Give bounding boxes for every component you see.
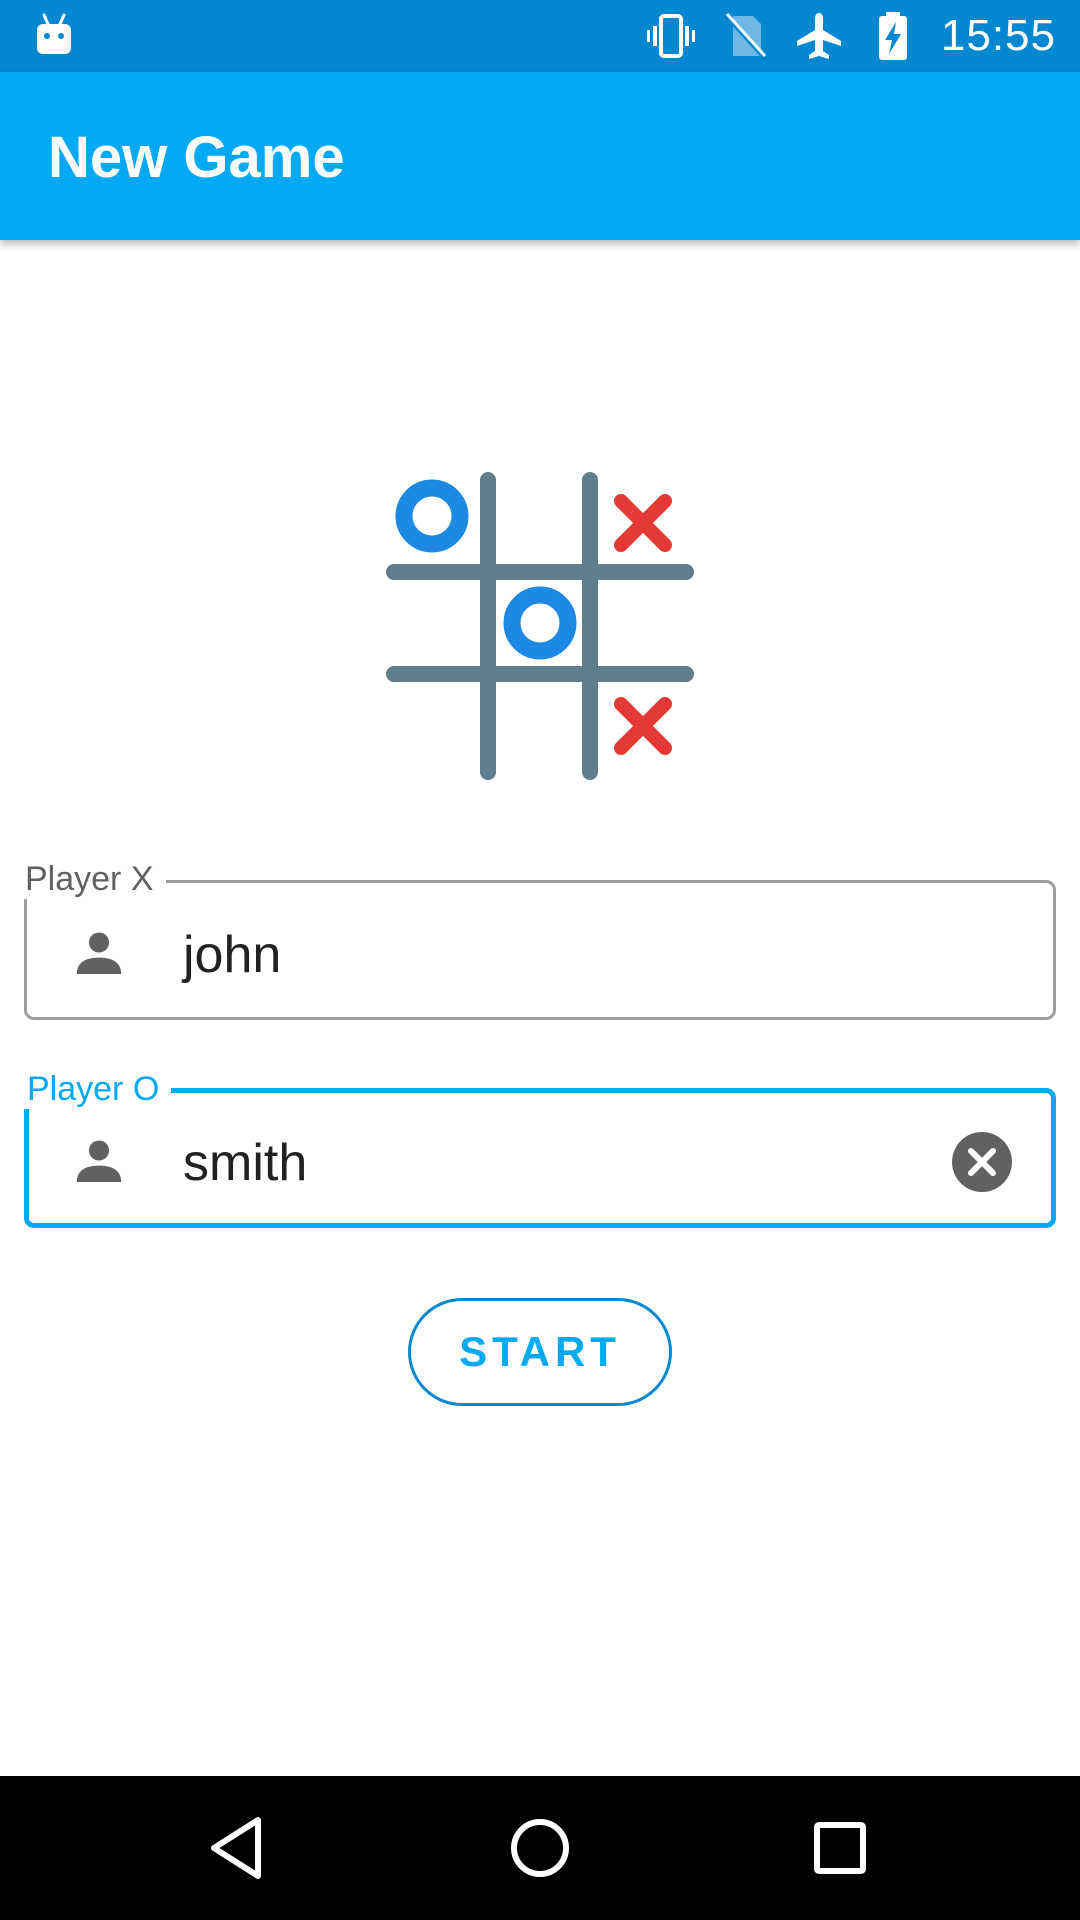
tic-tac-toe-logo-icon [386,472,694,780]
player-o-input[interactable]: smith [183,1135,307,1191]
home-icon[interactable] [500,1808,580,1888]
logo-x-marks [614,494,672,755]
player-x-label: Player X [21,859,166,899]
app-bar: New Game [0,72,1080,240]
status-bar: 15:55 [0,0,1080,72]
clear-icon[interactable] [951,1131,1013,1193]
page-title: New Game [48,125,345,190]
navigation-bar [0,1776,1080,1920]
status-icons: 15:55 [645,10,1056,62]
recents-icon[interactable] [800,1808,880,1888]
start-button[interactable]: START [408,1298,672,1406]
new-game-screen: 15:55 New Game Player X john Player O sm… [0,0,1080,1920]
status-clock: 15:55 [940,11,1056,60]
android-icon [37,13,71,54]
player-o-label: Player O [23,1069,172,1109]
back-icon[interactable] [200,1808,280,1888]
player-x-input[interactable]: john [183,927,281,983]
person-icon [76,1140,122,1182]
player-o-field[interactable]: Player O smith [23,1069,1056,1228]
player-x-field[interactable]: Player X john [21,859,1056,1020]
person-icon [76,932,122,974]
battery-charging-icon [878,12,907,60]
airplane-mode-icon [796,13,841,59]
vibrate-icon [646,14,695,58]
no-sim-icon [725,12,767,60]
